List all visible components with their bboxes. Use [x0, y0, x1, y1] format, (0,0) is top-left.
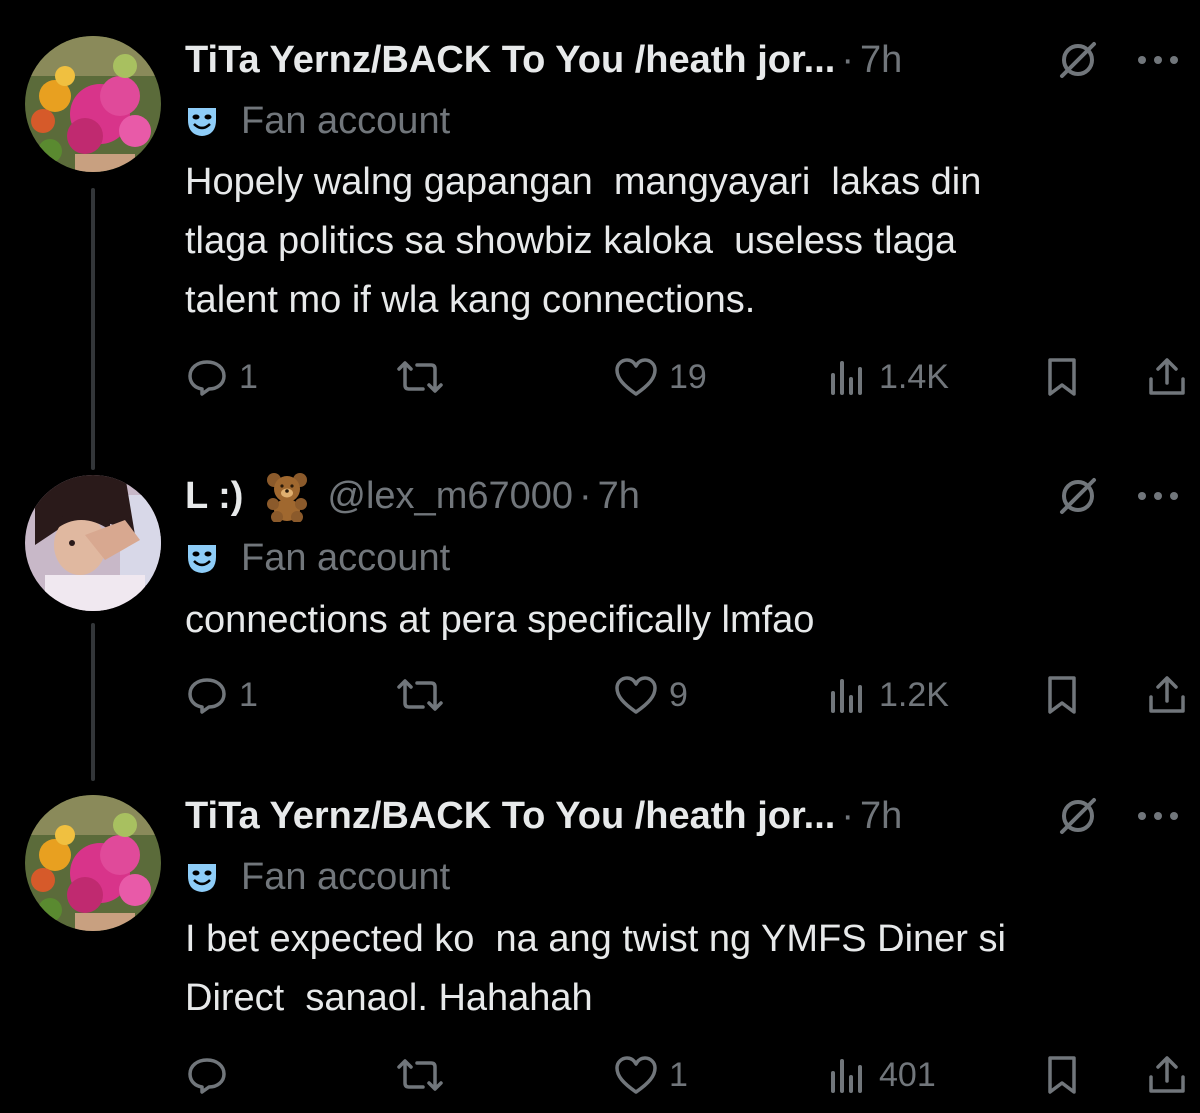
separator-dot: · [841, 38, 854, 81]
view-count: 401 [879, 1055, 936, 1094]
views-button[interactable]: 401 [825, 1050, 936, 1100]
share-button[interactable] [1145, 352, 1189, 402]
theater-mask-icon [188, 108, 216, 136]
tweet-text: Hopely walng gapangan mangyayari lakas d… [185, 161, 982, 321]
share-button[interactable] [1145, 670, 1189, 720]
reply-button[interactable] [185, 1050, 239, 1100]
no-entry-icon[interactable] [1056, 794, 1100, 838]
badge-line: Fan account [185, 533, 450, 583]
like-button[interactable]: 1 [613, 1050, 688, 1100]
like-count: 9 [669, 675, 688, 714]
repost-button[interactable] [393, 1050, 457, 1100]
views-button[interactable]: 1.4K [825, 352, 949, 402]
display-name[interactable]: L :) [185, 475, 243, 518]
header-icons [1056, 466, 1180, 526]
views-icon [831, 679, 862, 713]
timestamp[interactable]: 7h [598, 475, 640, 518]
repost-button[interactable] [393, 670, 457, 720]
like-count: 1 [669, 1055, 688, 1094]
theater-mask-icon [188, 864, 216, 892]
no-entry-icon[interactable] [1056, 38, 1100, 82]
reply-icon [188, 1058, 226, 1094]
separator-dot: · [579, 474, 592, 517]
badge-line: Fan account [185, 96, 450, 146]
more-icon[interactable] [1136, 50, 1180, 70]
repost-icon [397, 361, 443, 393]
like-icon [615, 358, 657, 396]
bookmark-icon [1048, 676, 1076, 714]
views-icon [831, 361, 862, 395]
reply-button[interactable]: 1 [185, 352, 258, 402]
view-count: 1.2K [879, 675, 949, 714]
flower-garden-avatar [25, 36, 161, 172]
share-button[interactable] [1145, 1050, 1189, 1100]
like-button[interactable]: 9 [613, 670, 688, 720]
thread-line-1 [91, 188, 95, 470]
repost-icon [397, 679, 443, 711]
display-name[interactable]: TiTa Yernz/BACK To You /heath jor... [185, 39, 835, 82]
tweet-actions: 1 401 [185, 1050, 1200, 1100]
thread-line-2 [91, 623, 95, 781]
display-name[interactable]: TiTa Yernz/BACK To You /heath jor... [185, 795, 835, 838]
no-entry-icon[interactable] [1056, 474, 1100, 518]
girl-photo-avatar [25, 475, 161, 611]
bookmark-button[interactable] [1040, 1050, 1084, 1100]
avatar[interactable] [25, 36, 161, 172]
tweet-header: L :) @lex_m67000 · 7h [185, 466, 1180, 526]
tweet-header: TiTa Yernz/BACK To You /heath jor... · 7… [185, 30, 1180, 90]
bookmark-icon [1048, 358, 1076, 396]
badge-label: Fan account [241, 99, 451, 142]
header-icons [1056, 786, 1180, 846]
avatar[interactable] [25, 795, 161, 931]
reply-count: 1 [239, 675, 258, 714]
more-icon[interactable] [1136, 806, 1180, 826]
more-icon[interactable] [1136, 486, 1180, 506]
tweet-text: connections at pera specifically lmfao [185, 599, 815, 641]
reply-button[interactable]: 1 [185, 670, 258, 720]
share-icon [1149, 358, 1185, 395]
reply-icon [188, 678, 226, 714]
bookmark-button[interactable] [1040, 352, 1084, 402]
reply-count: 1 [239, 357, 258, 396]
badge-label: Fan account [241, 855, 451, 898]
theater-mask-icon [188, 545, 216, 573]
separator-dot: · [841, 794, 854, 837]
like-button[interactable]: 19 [613, 352, 707, 402]
badge-line: Fan account [185, 852, 450, 902]
like-icon [615, 676, 657, 714]
repost-button[interactable] [393, 352, 457, 402]
bookmark-button[interactable] [1040, 670, 1084, 720]
tweet-actions: 1 9 1.2K [185, 670, 1200, 720]
header-icons [1056, 30, 1180, 90]
timestamp[interactable]: 7h [860, 39, 902, 82]
tweet-actions: 1 19 1.4K [185, 352, 1200, 402]
repost-icon [397, 1059, 443, 1091]
share-icon [1149, 1056, 1185, 1093]
tweet-text: I bet expected ko na ang twist ng YMFS D… [185, 918, 1006, 1019]
like-count: 19 [669, 357, 707, 396]
tweet-header: TiTa Yernz/BACK To You /heath jor... · 7… [185, 786, 1180, 846]
view-count: 1.4K [879, 357, 949, 396]
like-icon [615, 1056, 657, 1094]
reply-icon [188, 360, 226, 396]
views-icon [831, 1059, 862, 1093]
views-button[interactable]: 1.2K [825, 670, 949, 720]
bookmark-icon [1048, 1056, 1076, 1094]
teddy-bear-icon [267, 473, 308, 522]
flower-garden-avatar [25, 795, 161, 931]
share-icon [1149, 676, 1185, 713]
avatar[interactable] [25, 475, 161, 611]
handle[interactable]: @lex_m67000 [327, 475, 573, 518]
badge-label: Fan account [241, 536, 451, 579]
timestamp[interactable]: 7h [860, 795, 902, 838]
